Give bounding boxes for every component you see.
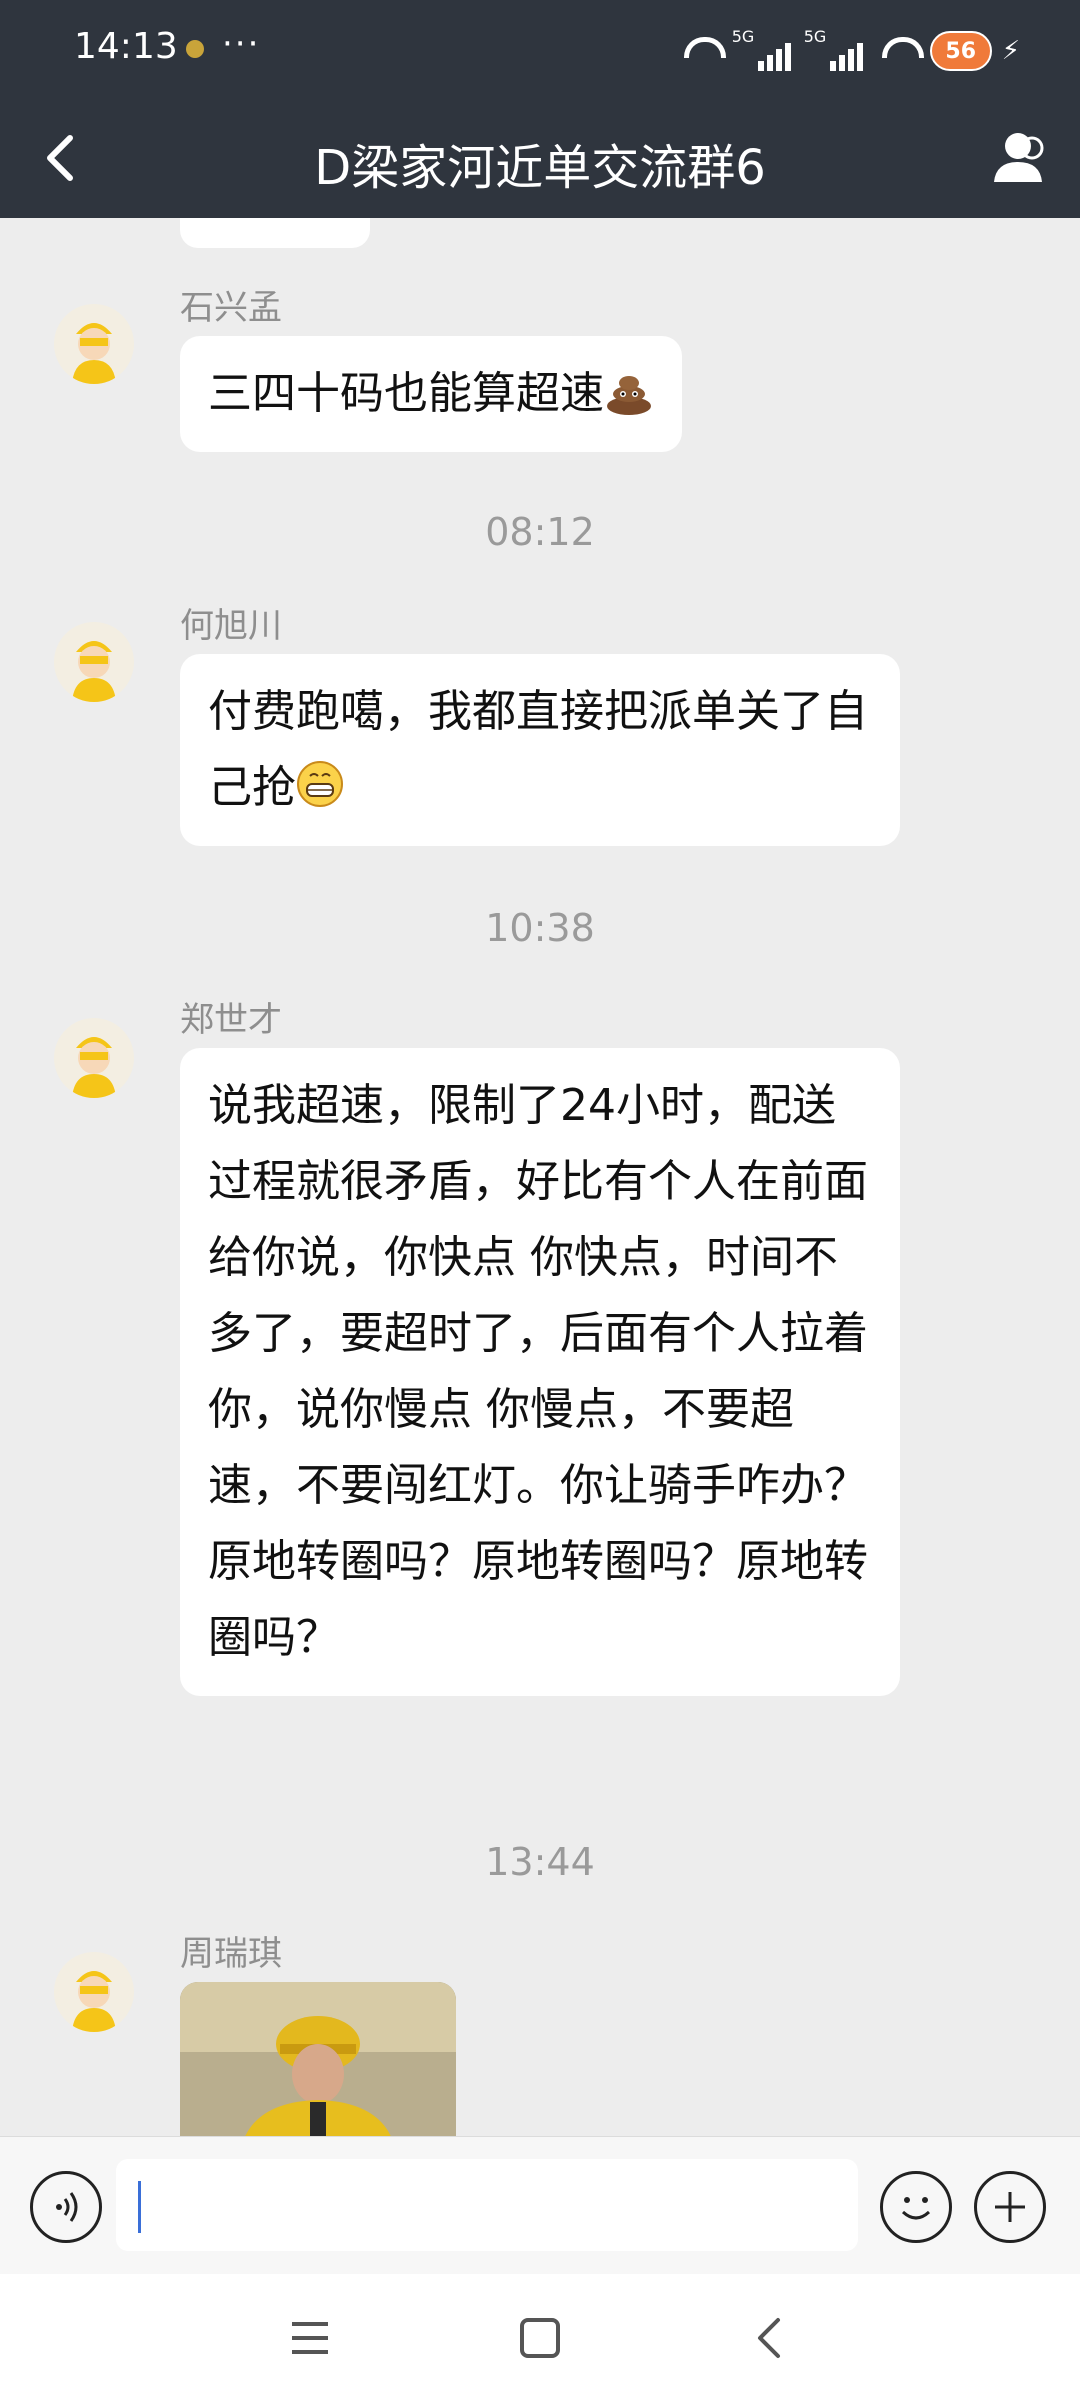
more-notifications-icon: ··· xyxy=(222,24,261,64)
courier-photo xyxy=(180,1982,456,2136)
image-message[interactable] xyxy=(180,1982,456,2136)
time-divider: 10:38 xyxy=(485,906,595,950)
sender-name: 何旭川 xyxy=(180,606,282,646)
time-divider: 08:12 xyxy=(485,510,595,554)
battery-icon: 56 xyxy=(929,31,992,71)
message-text: 说我超速，限制了24小时，配送过程就很矛盾，好比有个人在前面给你说，你快点 你快… xyxy=(208,1080,868,1663)
status-time: 14:13 xyxy=(74,26,178,67)
smiley-icon xyxy=(901,2197,931,2220)
time-divider: 13:44 xyxy=(485,1840,595,1884)
top-bar: 14:13 ··· 5G 5G 56 ⚡ D梁家河近单交流群6 xyxy=(0,0,1080,218)
back-icon[interactable] xyxy=(750,2316,790,2360)
plus-icon xyxy=(995,2192,1025,2222)
avatar[interactable] xyxy=(54,622,134,702)
sender-name: 石兴孟 xyxy=(180,288,282,328)
avatar[interactable] xyxy=(54,304,134,384)
person-icon[interactable] xyxy=(988,126,1052,190)
voice-input-button[interactable] xyxy=(30,2171,102,2243)
voice-icon xyxy=(56,2192,78,2222)
emoji-button[interactable] xyxy=(880,2171,952,2243)
signal-icon-2: 5G xyxy=(804,27,866,71)
sender-name: 周瑞琪 xyxy=(180,1934,282,1974)
sender-name: 郑世才 xyxy=(180,1000,282,1040)
notification-icon xyxy=(186,40,204,58)
status-icons: 5G 5G 56 ⚡ xyxy=(678,26,1020,76)
charging-icon: ⚡ xyxy=(1001,36,1020,66)
menu-icon[interactable] xyxy=(290,2320,330,2356)
chevron-left-icon[interactable] xyxy=(32,128,92,188)
poop-emoji-icon xyxy=(607,376,651,415)
grin-emoji-icon xyxy=(297,761,343,807)
message-bubble[interactable]: 三四十码也能算超速 xyxy=(180,336,682,452)
more-actions-button[interactable] xyxy=(974,2171,1046,2243)
chat-header: D梁家河近单交流群6 xyxy=(0,100,1080,218)
avatar[interactable] xyxy=(54,1018,134,1098)
previous-message-bubble xyxy=(180,218,370,248)
message-bubble[interactable]: 付费跑噶，我都直接把派单关了自己抢 xyxy=(180,654,900,846)
input-bar xyxy=(0,2136,1080,2275)
network-type-label-2: 5G xyxy=(803,27,827,46)
status-bar: 14:13 ··· 5G 5G 56 ⚡ xyxy=(0,0,1080,100)
message-text: 三四十码也能算超速 xyxy=(208,368,604,419)
message-input[interactable] xyxy=(116,2159,858,2251)
network-type-label: 5G xyxy=(731,27,755,46)
avatar[interactable] xyxy=(54,1952,134,2032)
wifi-icon xyxy=(678,31,726,71)
message-bubble[interactable]: 说我超速，限制了24小时，配送过程就很矛盾，好比有个人在前面给你说，你快点 你快… xyxy=(180,1048,900,1696)
text-caret xyxy=(138,2181,141,2233)
home-icon[interactable] xyxy=(520,2318,560,2358)
message-list[interactable]: 石兴孟 三四十码也能算超速 08:12 何旭川 付费跑噶，我都直接把派单关了自己… xyxy=(0,218,1080,2136)
signal-icon: 5G xyxy=(732,27,794,71)
chat-title: D梁家河近单交流群6 xyxy=(314,140,766,196)
system-navigation-bar xyxy=(0,2274,1080,2400)
hotspot-icon xyxy=(876,31,924,71)
